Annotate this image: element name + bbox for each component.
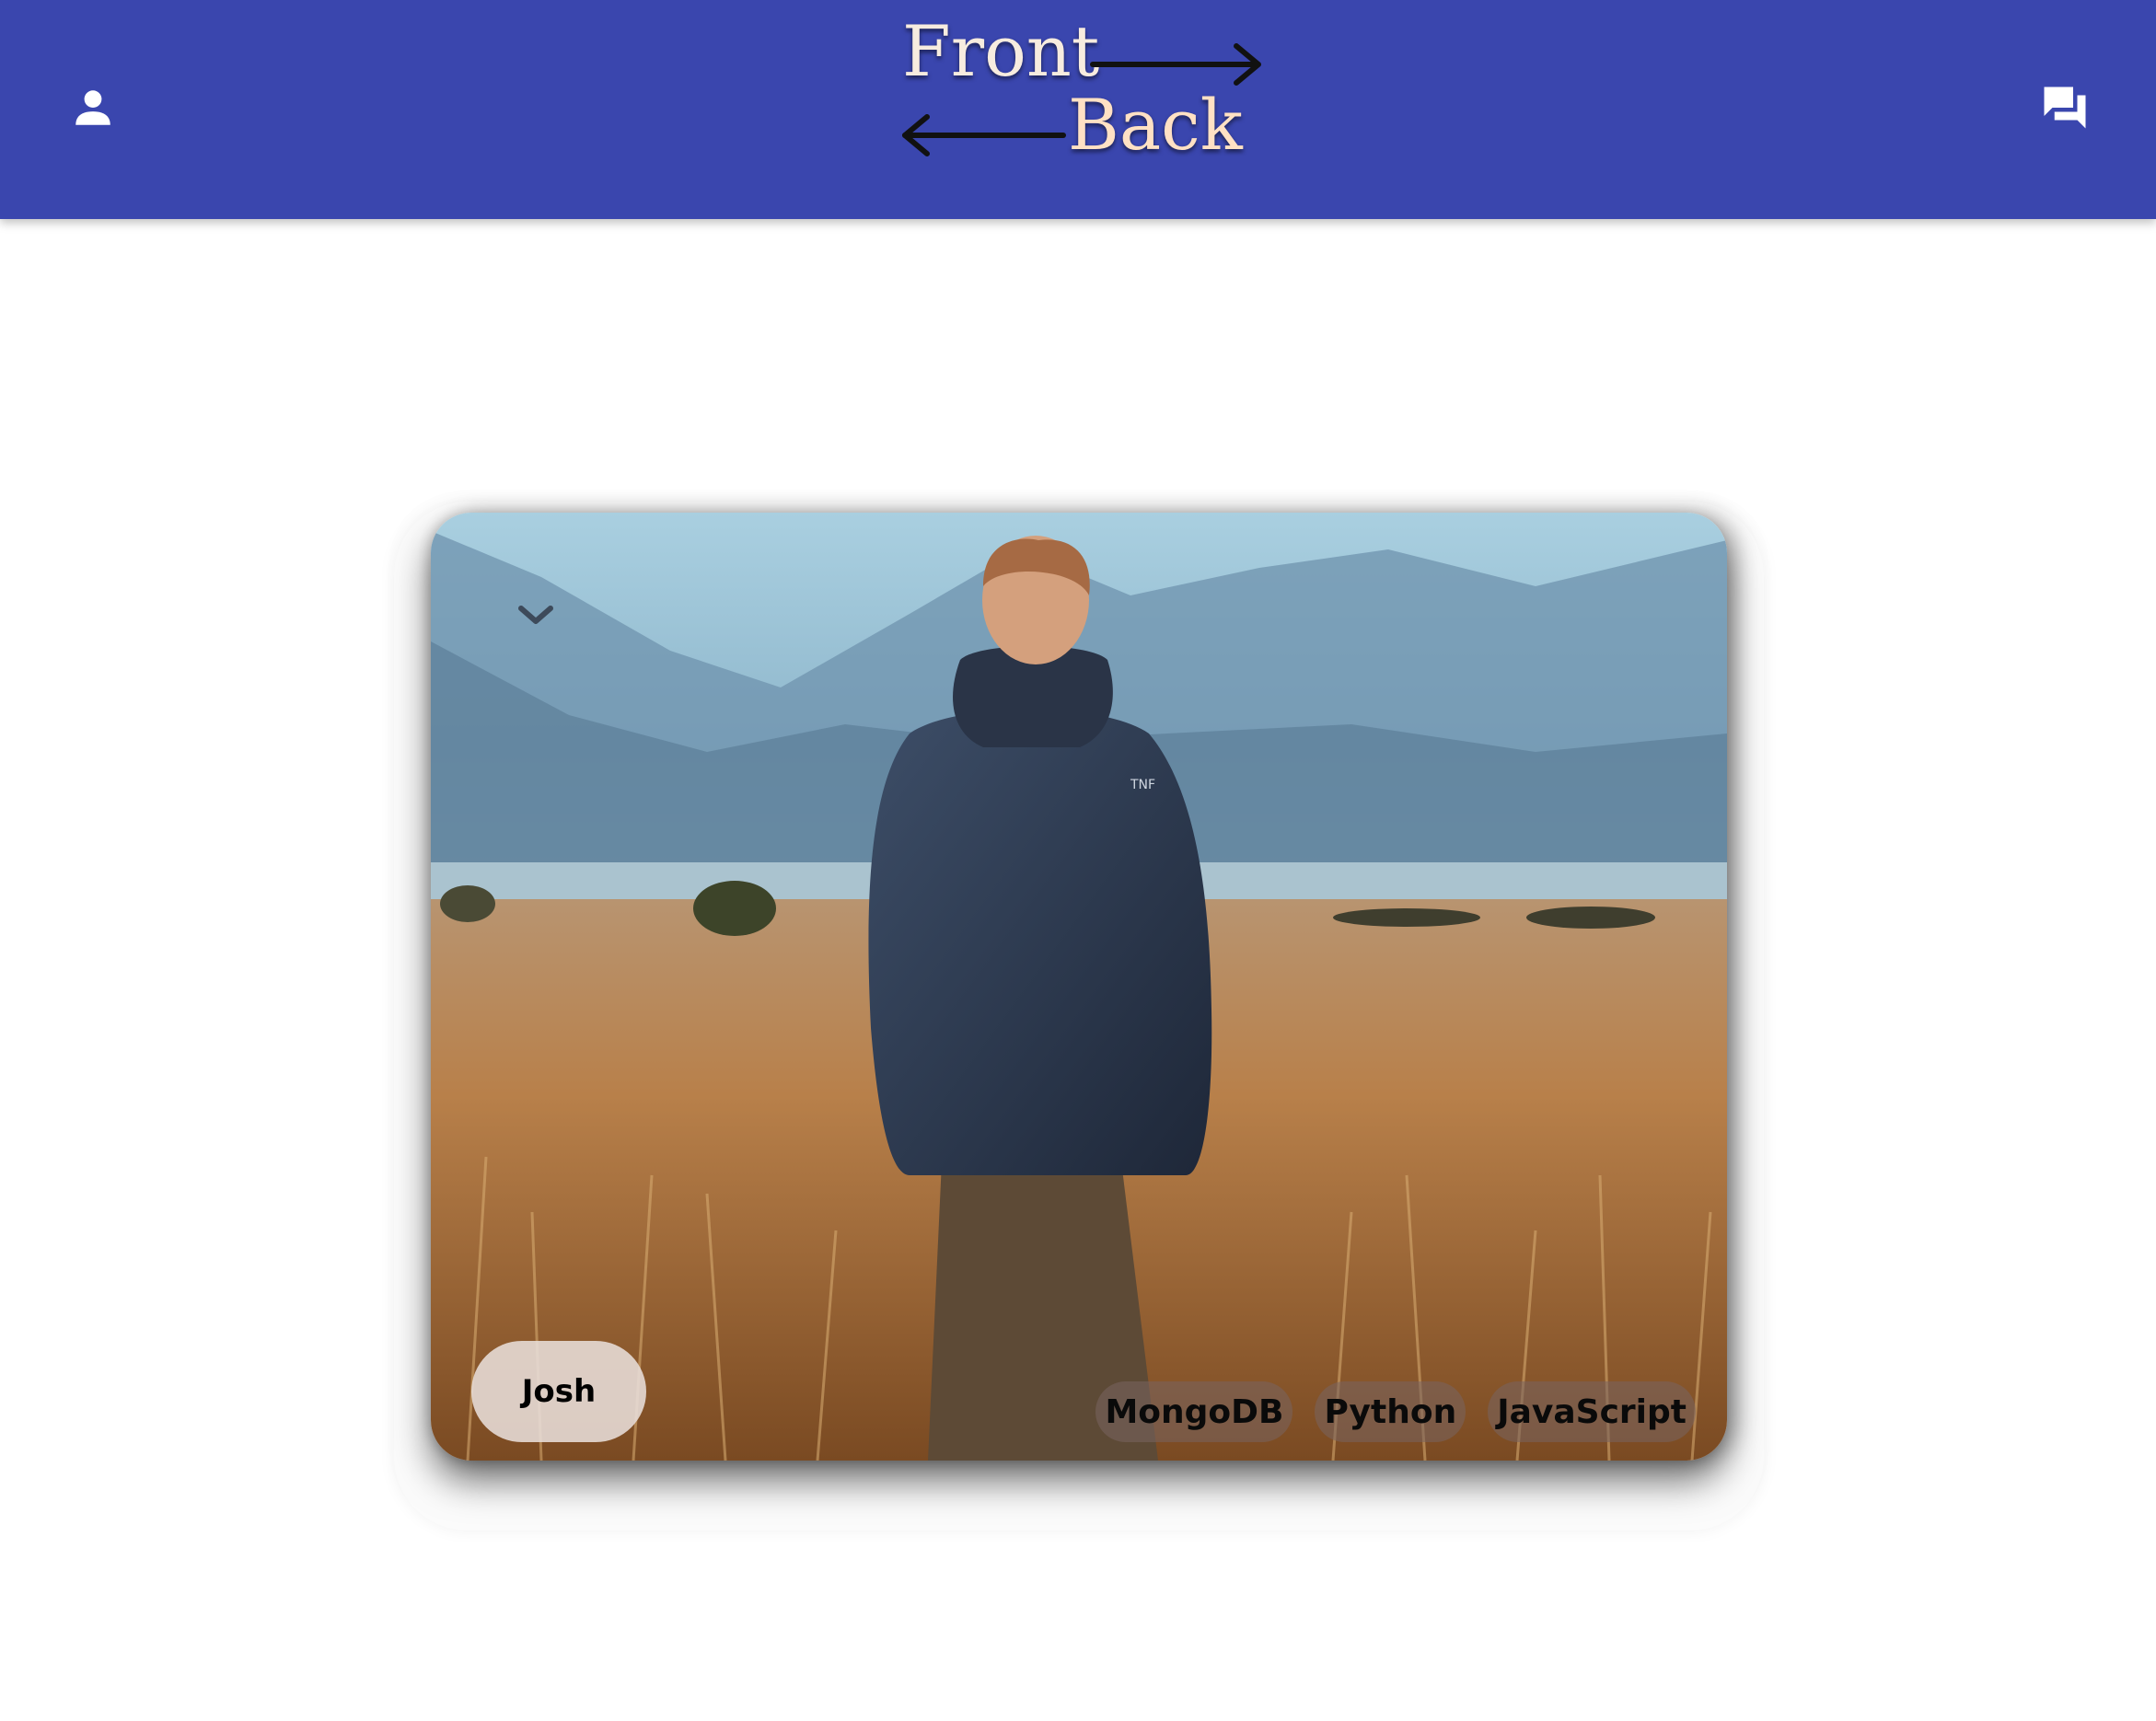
logo-arrow-left-icon xyxy=(902,114,1066,156)
logo-word-back: Back xyxy=(1068,84,1243,166)
user-icon[interactable] xyxy=(70,85,116,131)
svg-text:TNF: TNF xyxy=(1130,778,1155,792)
skill-tag[interactable]: Python xyxy=(1315,1381,1466,1442)
chevron-down-icon[interactable] xyxy=(512,597,560,634)
app-logo[interactable]: Front Back xyxy=(888,9,1275,170)
profile-card[interactable]: TNF Josh MongoDB Python JavaScript xyxy=(431,513,1727,1461)
profile-photo: TNF xyxy=(431,513,1727,1461)
skill-tag[interactable]: JavaScript xyxy=(1488,1381,1696,1442)
logo-word-front: Front xyxy=(902,10,1100,92)
app-header: Front Back xyxy=(0,0,2156,219)
skill-tag[interactable]: MongoDB xyxy=(1095,1381,1293,1442)
user-name-chip[interactable]: Josh xyxy=(471,1341,646,1442)
skill-tags: MongoDB Python JavaScript xyxy=(1095,1381,1696,1442)
chat-icon[interactable] xyxy=(2040,83,2090,133)
